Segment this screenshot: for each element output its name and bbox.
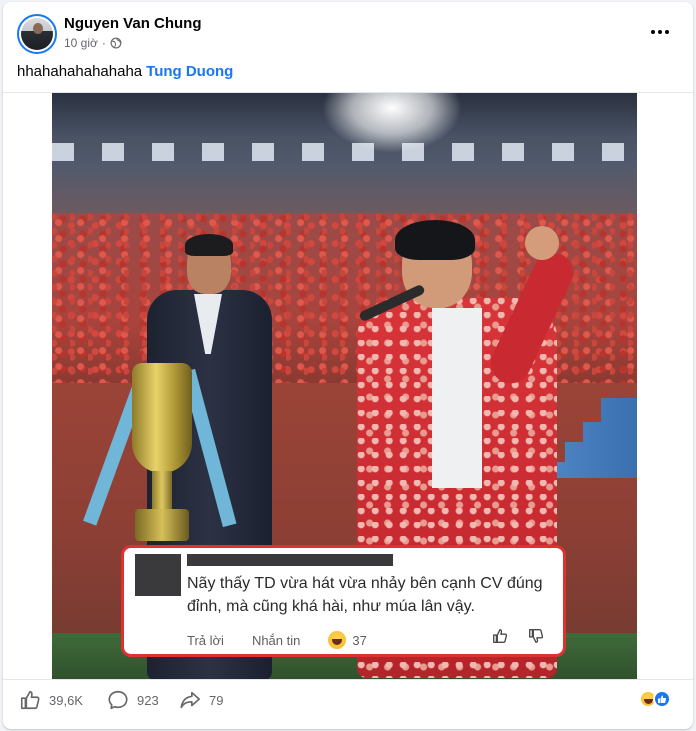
comment-votes <box>491 627 545 645</box>
reply-label: Trả lời <box>187 632 224 648</box>
comment-count: 923 <box>137 692 159 708</box>
avatar-photo <box>21 18 53 50</box>
post-footer: 39,6K 923 79 <box>3 680 693 729</box>
share-button[interactable]: 79 <box>179 689 223 711</box>
post-media[interactable]: Nãy thấy TD vừa hát vừa nhảy bên cạnh CV… <box>3 92 693 680</box>
comment-reaction-count: 37 <box>352 632 367 648</box>
like-count: 39,6K <box>49 692 83 708</box>
like-reaction-icon <box>653 690 671 708</box>
comment-text: Nãy thấy TD vừa hát vừa nhảy bên cạnh CV… <box>187 575 543 615</box>
comment-actions: Trả lời Nhắn tin 37 <box>187 631 367 649</box>
globe-icon[interactable] <box>110 37 122 49</box>
meta-separator: · <box>101 36 106 50</box>
haha-icon <box>328 631 347 649</box>
comment-icon <box>108 690 128 710</box>
more-icon <box>651 30 655 34</box>
like-icon <box>20 690 40 710</box>
mention-link[interactable]: Tung Duong <box>146 63 233 80</box>
like-button[interactable]: 39,6K <box>19 689 83 711</box>
thumbs-up-icon <box>493 629 508 643</box>
share-icon <box>180 691 200 709</box>
more-button[interactable] <box>645 20 675 44</box>
avatar[interactable] <box>17 14 57 54</box>
post-card: Nguyen Van Chung 10 giờ · hhahahahahahah… <box>3 2 693 729</box>
post-time[interactable]: 10 giờ <box>64 36 98 50</box>
reaction-summary[interactable] <box>639 690 671 708</box>
trophy <box>127 363 197 543</box>
redacted-avatar <box>135 554 181 596</box>
author-name[interactable]: Nguyen Van Chung <box>64 15 202 32</box>
message-label: Nhắn tin <box>251 632 301 648</box>
redacted-name <box>187 554 393 566</box>
caption-text: hhahahahahahaha <box>17 63 143 80</box>
comment-button[interactable]: 923 <box>107 689 159 711</box>
post-caption: hhahahahahahaha Tung Duong <box>17 63 233 80</box>
stadium-photo[interactable]: Nãy thấy TD vừa hát vừa nhảy bên cạnh CV… <box>52 93 637 679</box>
comment-screenshot: Nãy thấy TD vừa hát vừa nhảy bên cạnh CV… <box>121 545 566 657</box>
post-meta: 10 giờ · <box>64 36 122 50</box>
thumbs-down-icon <box>529 629 544 643</box>
share-count: 79 <box>209 692 224 708</box>
